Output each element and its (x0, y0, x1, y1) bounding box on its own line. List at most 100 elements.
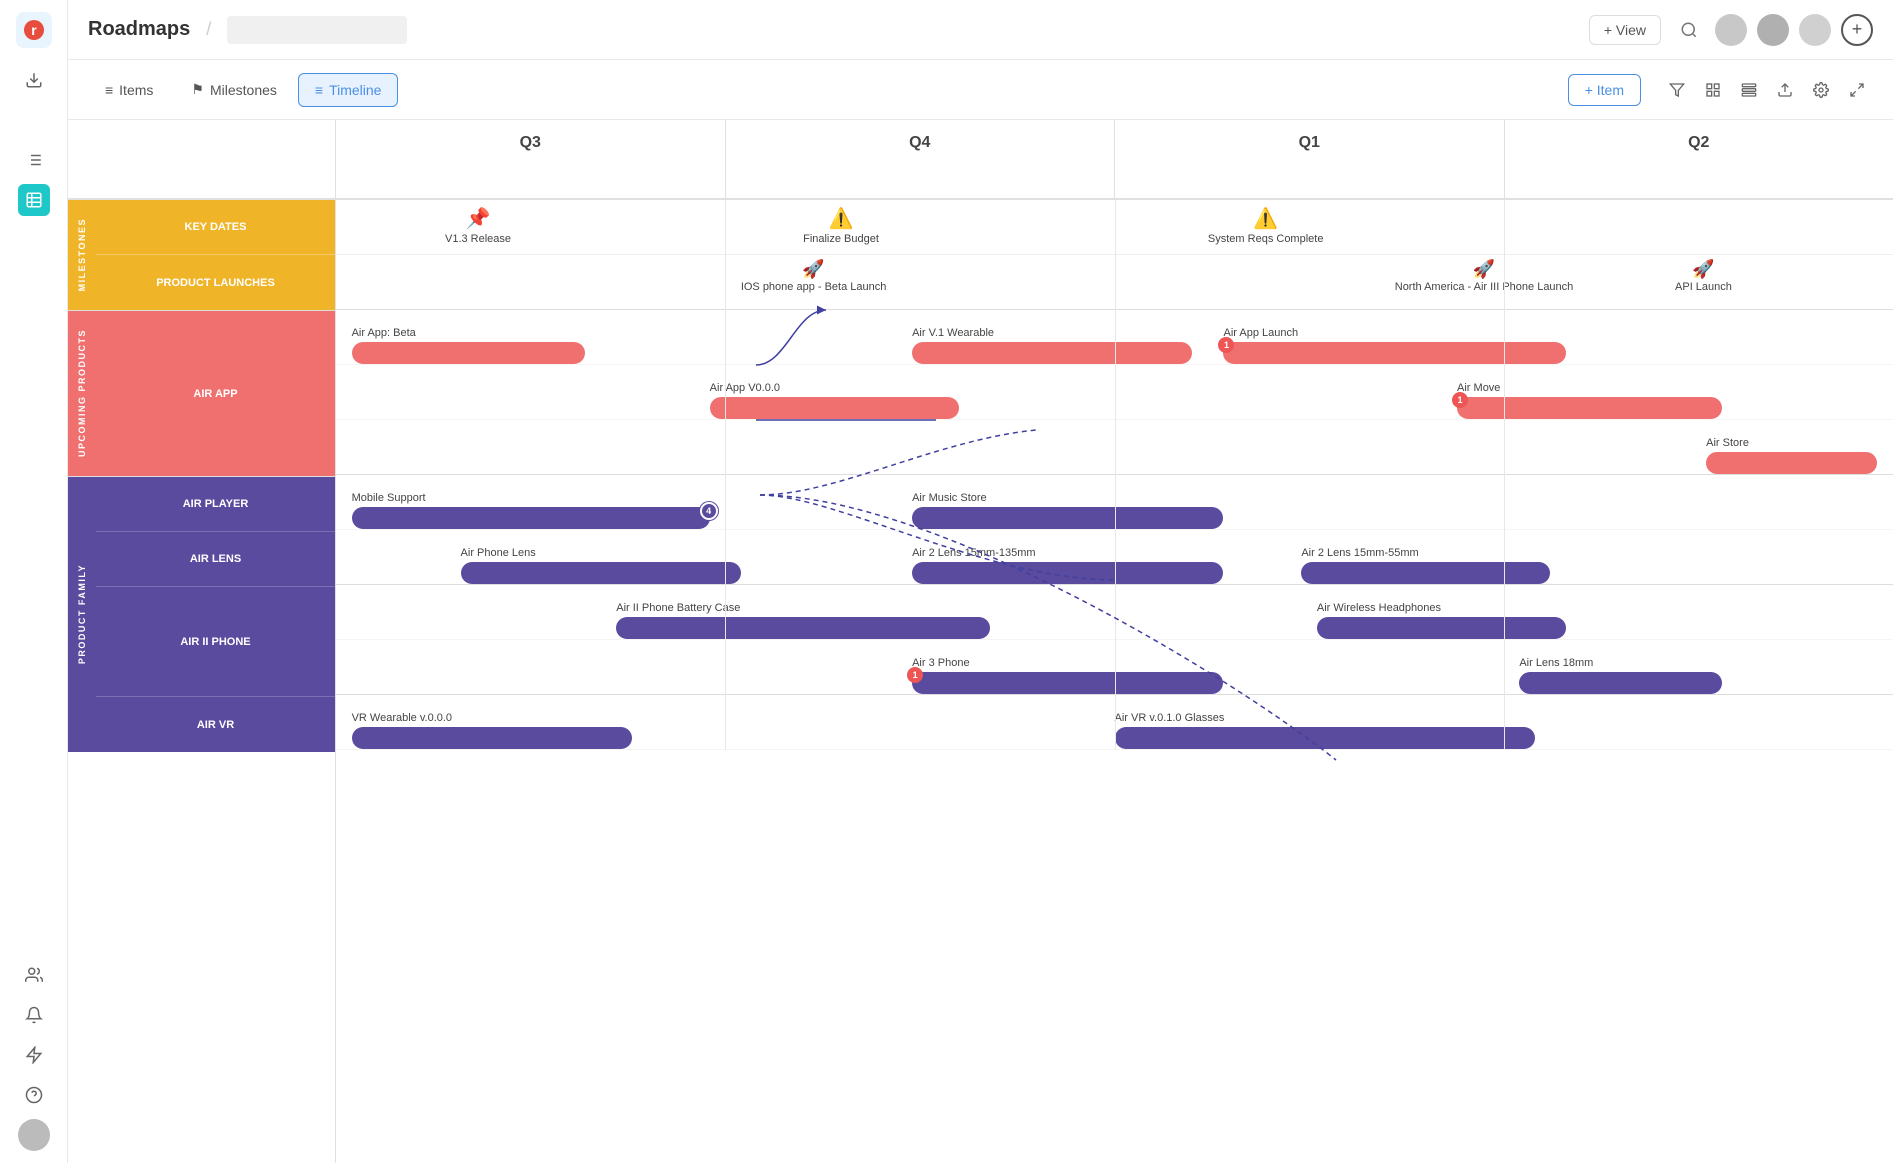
bar-air-music-store-bar (912, 507, 1223, 529)
avatar-2 (1757, 14, 1789, 46)
milestones-group: MILESTONES KEY DATES PRODUCT LAUNCHES (68, 200, 335, 311)
user-avatar[interactable] (18, 1119, 50, 1151)
milestones-tab-icon: ⚑ (191, 81, 204, 98)
bar-air3-phone[interactable]: Air 3 Phone 1 (912, 657, 1223, 694)
sidebar-list-icon[interactable] (18, 144, 50, 176)
milestones-tab-label: Milestones (210, 82, 277, 98)
tab-items[interactable]: ≡ Items (88, 73, 170, 107)
v13-label: V1.3 Release (445, 233, 511, 245)
na-launch-label: North America - Air III Phone Launch (1395, 281, 1574, 293)
quarter-q2: Q2 (1505, 120, 1893, 198)
ios-launch-label: IOS phone app - Beta Launch (741, 281, 887, 293)
air2-lens-55-label: Air 2 Lens 15mm-55mm (1301, 547, 1550, 559)
product-family-group: PRODUCT FAMILY AIR PLAYER AIR LENS AIR I… (68, 477, 335, 752)
bar-air-app-launch-bar: 1 (1223, 342, 1566, 364)
milestone-budget: ⚠️ Finalize Budget (803, 206, 879, 245)
launch-ios: 🚀 IOS phone app - Beta Launch (741, 259, 887, 293)
bar-air-app-v000-label: Air App V0.0.0 (710, 382, 959, 394)
air-vr-label: AIR VR (96, 697, 335, 752)
air-player-label: AIR PLAYER (96, 477, 335, 532)
bar-air-v1-label: Air V.1 Wearable (912, 327, 1192, 339)
bar-air-lens-18[interactable]: Air Lens 18mm (1519, 657, 1721, 694)
group-icon[interactable] (1733, 74, 1765, 106)
columns-icon[interactable] (1697, 74, 1729, 106)
upcoming-rows: AIR APP (96, 311, 335, 476)
bar-mobile-support[interactable]: Mobile Support 4 (352, 492, 710, 529)
row-labels: MILESTONES KEY DATES PRODUCT LAUNCHES UP… (68, 120, 336, 1163)
mobile-support-label: Mobile Support (352, 492, 710, 504)
main-content: Roadmaps / + View + ≡ Items ⚑ (68, 0, 1893, 1163)
settings-icon[interactable] (1805, 74, 1837, 106)
bar-air2-lens-55-bar (1301, 562, 1550, 584)
sidebar-bell-icon[interactable] (18, 999, 50, 1031)
search-icon[interactable] (1673, 14, 1705, 46)
add-member-button[interactable]: + (1841, 14, 1873, 46)
app-logo[interactable]: r (16, 12, 52, 48)
tab-timeline[interactable]: ≡ Timeline (298, 73, 399, 107)
battery-case-label: Air II Phone Battery Case (616, 602, 990, 614)
timeline-grid: Q3 Q4 Q1 Q2 (336, 120, 1893, 1163)
avatar-1 (1715, 14, 1747, 46)
timeline-rows-container: 📌 V1.3 Release ⚠️ Finalize Budget ⚠️ (336, 200, 1893, 750)
bar-wireless-headphones[interactable]: Air Wireless Headphones (1317, 602, 1566, 639)
upcoming-label-text: UPCOMING PRODUCTS (77, 329, 87, 457)
sidebar-download-icon[interactable] (18, 64, 50, 96)
header: Roadmaps / + View + (68, 0, 1893, 60)
bar-air-app-launch[interactable]: Air App Launch 1 (1223, 327, 1566, 364)
expand-icon[interactable] (1841, 74, 1873, 106)
bar-battery-case[interactable]: Air II Phone Battery Case (616, 602, 990, 639)
add-view-button[interactable]: + View (1589, 15, 1661, 45)
air-music-store-label: Air Music Store (912, 492, 1223, 504)
product-family-label-text: PRODUCT FAMILY (77, 564, 87, 664)
bar-air-vr-glasses[interactable]: Air VR v.0.1.0 Glasses (1115, 712, 1535, 749)
milestones-label-text: MILESTONES (77, 218, 87, 291)
label-header (68, 120, 335, 200)
filter-icon[interactable] (1661, 74, 1693, 106)
tab-milestones[interactable]: ⚑ Milestones (174, 72, 293, 107)
export-icon[interactable] (1769, 74, 1801, 106)
bar-air2-lens-55[interactable]: Air 2 Lens 15mm-55mm (1301, 547, 1550, 584)
sidebar-help-icon[interactable] (18, 1079, 50, 1111)
launch-api: 🚀 API Launch (1675, 259, 1732, 293)
product-family-rows: AIR PLAYER AIR LENS AIR II PHONE AIR VR (96, 477, 335, 752)
bar-air3-phone-bar: 1 (912, 672, 1223, 694)
bar-air-move-label: Air Move (1457, 382, 1722, 394)
sidebar-person-icon[interactable] (18, 959, 50, 991)
bar-air-vr-glasses-bar (1115, 727, 1535, 749)
timeline-tab-label: Timeline (329, 82, 381, 98)
warning-icon-1: ⚠️ (829, 206, 854, 231)
bar-air-app-beta[interactable]: Air App: Beta (352, 327, 586, 364)
pin-icon: 📌 (466, 206, 491, 231)
dep-badge-2: 1 (1452, 392, 1468, 408)
upcoming-group: UPCOMING PRODUCTS AIR APP (68, 311, 335, 477)
bar-air-move-bar: 1 (1457, 397, 1722, 419)
bar-air2-lens-135[interactable]: Air 2 Lens 15mm-135mm (912, 547, 1223, 584)
bar-mobile-support-bar: 4 (352, 507, 710, 529)
air-vr-glasses-label: Air VR v.0.1.0 Glasses (1115, 712, 1535, 724)
bar-air-phone-lens[interactable]: Air Phone Lens (461, 547, 741, 584)
quarter-q1: Q1 (1115, 120, 1505, 198)
wireless-headphones-label: Air Wireless Headphones (1317, 602, 1566, 614)
air2-lens-135-label: Air 2 Lens 15mm-135mm (912, 547, 1223, 559)
add-item-button[interactable]: + Item (1568, 74, 1641, 106)
bar-air-v1[interactable]: Air V.1 Wearable (912, 327, 1192, 364)
bar-air2-lens-135-bar (912, 562, 1223, 584)
rocket-icon-3: 🚀 (1692, 259, 1714, 280)
bar-vr-wearable-bar (352, 727, 632, 749)
quarter-q4: Q4 (726, 120, 1116, 198)
bar-air-app-v000[interactable]: Air App V0.0.0 (710, 382, 959, 419)
air-lens-18-label: Air Lens 18mm (1519, 657, 1721, 669)
warning-icon-2: ⚠️ (1253, 206, 1278, 231)
bar-air-app-launch-label: Air App Launch (1223, 327, 1566, 339)
bar-air-move[interactable]: Air Move 1 (1457, 382, 1722, 419)
bar-air-store-label: Air Store (1706, 437, 1877, 449)
bar-air-music-store[interactable]: Air Music Store (912, 492, 1223, 529)
bar-vr-wearable[interactable]: VR Wearable v.0.0.0 (352, 712, 632, 749)
bar-air-store[interactable]: Air Store (1706, 437, 1877, 474)
sidebar-roadmap-icon[interactable] (18, 184, 50, 216)
upcoming-vert-label: UPCOMING PRODUCTS (68, 311, 96, 476)
quarter-q3: Q3 (336, 120, 726, 198)
milestones-rows: KEY DATES PRODUCT LAUNCHES (96, 200, 335, 310)
timeline-inner: Q3 Q4 Q1 Q2 (336, 120, 1893, 750)
sidebar-bolt-icon[interactable] (18, 1039, 50, 1071)
